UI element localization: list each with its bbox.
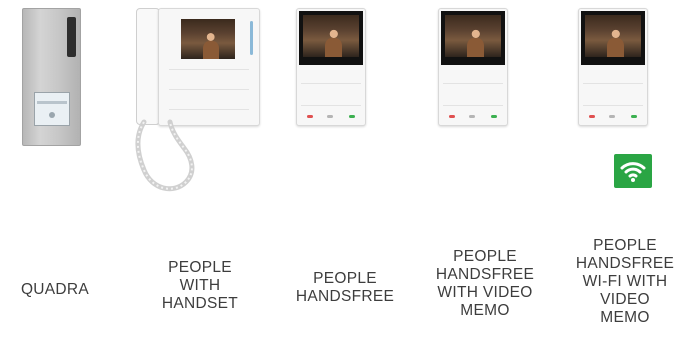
monitor-image bbox=[296, 8, 366, 126]
camera-icon bbox=[67, 17, 76, 57]
handset-image bbox=[136, 8, 160, 125]
product-quadra: QUADRA bbox=[0, 0, 110, 340]
wifi-icon bbox=[620, 162, 646, 182]
product-people-handset: PEOPLE WITH HANDSET bbox=[130, 0, 270, 340]
video-screen bbox=[585, 15, 641, 57]
product-caption: PEOPLE HANDSFREE WITH VIDEO MEMO bbox=[435, 248, 535, 319]
wifi-badge bbox=[614, 154, 652, 188]
monitor-image bbox=[158, 8, 260, 126]
nameplate-button bbox=[34, 92, 70, 126]
product-caption: PEOPLE HANDSFREE bbox=[295, 270, 395, 305]
handset-cord-image bbox=[135, 119, 195, 192]
monitor-image bbox=[578, 8, 648, 126]
video-screen bbox=[181, 19, 235, 59]
video-screen bbox=[445, 15, 501, 57]
monitor-image bbox=[438, 8, 508, 126]
video-screen bbox=[303, 15, 359, 57]
product-caption: PEOPLE WITH HANDSET bbox=[161, 259, 239, 312]
product-caption: PEOPLE HANDSFREE WI-FI WITH VIDEO MEMO bbox=[575, 237, 675, 326]
product-people-handsfree: PEOPLE HANDSFREE bbox=[280, 0, 410, 340]
product-people-handsfree-video: PEOPLE HANDSFREE WITH VIDEO MEMO bbox=[420, 0, 550, 340]
product-caption: QUADRA bbox=[20, 281, 90, 298]
